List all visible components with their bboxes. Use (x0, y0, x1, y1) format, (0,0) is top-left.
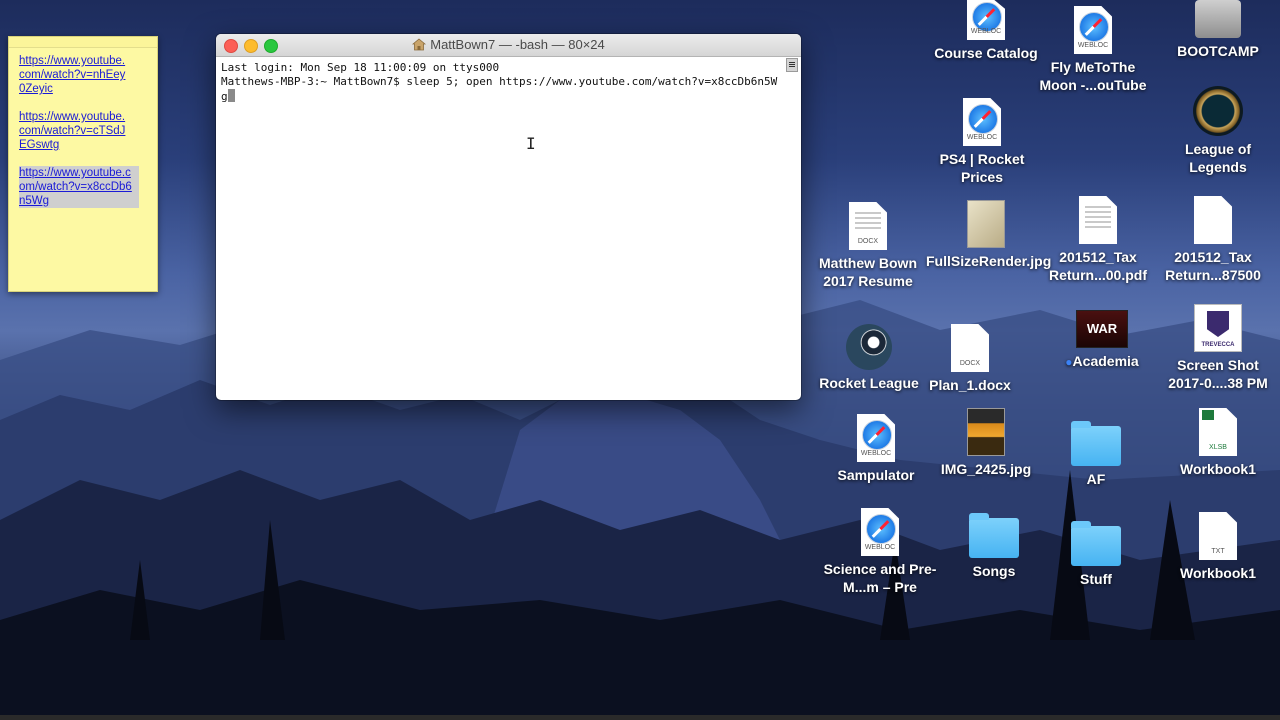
hard-drive-icon (1195, 0, 1241, 38)
excel-file-icon: XLSB (1199, 408, 1237, 456)
pdf-icon (1079, 196, 1117, 244)
home-icon (412, 38, 427, 51)
desktop-icon-tax-return-file[interactable]: 201512_Tax Return...87500 (1153, 196, 1273, 284)
webloc-icon: WEBLOC (1074, 6, 1112, 54)
desktop-icon-science-and-pre-med[interactable]: WEBLOC Science and Pre-M...m – Pre (820, 508, 940, 596)
terminal-split-icon[interactable] (786, 58, 798, 72)
webloc-icon: WEBLOC (967, 0, 1005, 40)
sticky-link-1[interactable]: https://www.youtube.com/watch?v=nhEey0Ze… (19, 54, 129, 96)
desktop-icon-fullsizerender[interactable]: FullSizeRender.jpg (926, 200, 1051, 270)
terminal-content[interactable]: Last login: Mon Sep 18 11:00:09 on ttys0… (216, 57, 801, 104)
war-movie-thumbnail: WAR (1076, 310, 1128, 348)
desktop-icon-academia[interactable]: WAR ●Academia (1042, 310, 1162, 371)
document-icon (1194, 196, 1232, 244)
desktop-icon-bootcamp[interactable]: BOOTCAMP (1158, 0, 1278, 60)
sticky-link-3-selected[interactable]: https://www.youtube.com/watch?v=x8ccDb6n… (19, 166, 139, 208)
txt-file-icon: TXT (1199, 512, 1237, 560)
desktop-icon-resume[interactable]: DOCX Matthew Bown 2017 Resume (808, 202, 928, 290)
desktop-icon-ps4-rocket-prices[interactable]: WEBLOC PS4 | Rocket Prices (922, 98, 1042, 186)
sticky-note[interactable]: https://www.youtube.com/watch?v=nhEey0Ze… (8, 36, 158, 292)
desktop-icon-sampulator[interactable]: WEBLOC Sampulator (816, 414, 936, 484)
docx-icon: DOCX (849, 202, 887, 250)
screenshot-thumbnail-icon: TREVECCA (1194, 304, 1242, 352)
league-of-legends-icon (1193, 86, 1243, 136)
close-button[interactable] (224, 39, 238, 53)
desktop-icon-course-catalog[interactable]: WEBLOC Course Catalog (926, 0, 1046, 62)
desktop-icon-af-folder[interactable]: AF (1036, 421, 1156, 488)
terminal-title: MattBown7 — -bash — 80×24 (430, 37, 605, 52)
desktop-icon-tax-return-pdf[interactable]: 201512_Tax Return...00.pdf (1038, 196, 1158, 284)
folder-icon (1071, 421, 1121, 466)
text-cursor (227, 89, 235, 102)
terminal-line-login: Last login: Mon Sep 18 11:00:09 on ttys0… (221, 61, 500, 74)
minimize-button[interactable] (244, 39, 258, 53)
ibeam-cursor-icon: I (526, 134, 536, 153)
webloc-icon: WEBLOC (857, 414, 895, 462)
desktop-icon-league-of-legends[interactable]: League of Legends (1158, 86, 1278, 176)
steam-icon (846, 324, 892, 370)
image-thumbnail-icon (967, 200, 1005, 248)
desktop-icon-workbook1-txt[interactable]: TXT Workbook1 (1158, 512, 1278, 582)
folder-icon (969, 513, 1019, 558)
desktop-icon-screen-shot[interactable]: TREVECCA Screen Shot 2017-0....38 PM (1158, 304, 1278, 392)
desktop-icon-workbook1-xlsb[interactable]: XLSB Workbook1 (1158, 408, 1278, 478)
desktop-icon-plan-1[interactable]: DOCX Plan_1.docx (910, 324, 1030, 394)
desktop-icon-stuff-folder[interactable]: Stuff (1036, 521, 1156, 588)
desktop-icon-img-2425[interactable]: IMG_2425.jpg (926, 408, 1046, 478)
sticky-link-2[interactable]: https://www.youtube.com/watch?v=cTSdJEGs… (19, 110, 129, 152)
folder-icon (1071, 521, 1121, 566)
terminal-titlebar[interactable]: MattBown7 — -bash — 80×24 (216, 34, 801, 57)
image-thumbnail-icon (967, 408, 1005, 456)
sticky-note-titlebar[interactable] (9, 37, 157, 48)
terminal-window[interactable]: MattBown7 — -bash — 80×24 Last login: Mo… (216, 34, 801, 400)
zoom-button[interactable] (264, 39, 278, 53)
desktop-icon-fly-me-to-the-moon[interactable]: WEBLOC Fly MeToThe Moon -...ouTube (1033, 6, 1153, 94)
academia-label: Academia (1072, 353, 1139, 369)
docx-icon: DOCX (951, 324, 989, 372)
terminal-line-command: Matthews-MBP-3:~ MattBown7$ sleep 5; ope… (221, 75, 778, 103)
webloc-icon: WEBLOC (963, 98, 1001, 146)
tag-dots-icon: ● (1065, 355, 1073, 369)
webloc-icon: WEBLOC (861, 508, 899, 556)
